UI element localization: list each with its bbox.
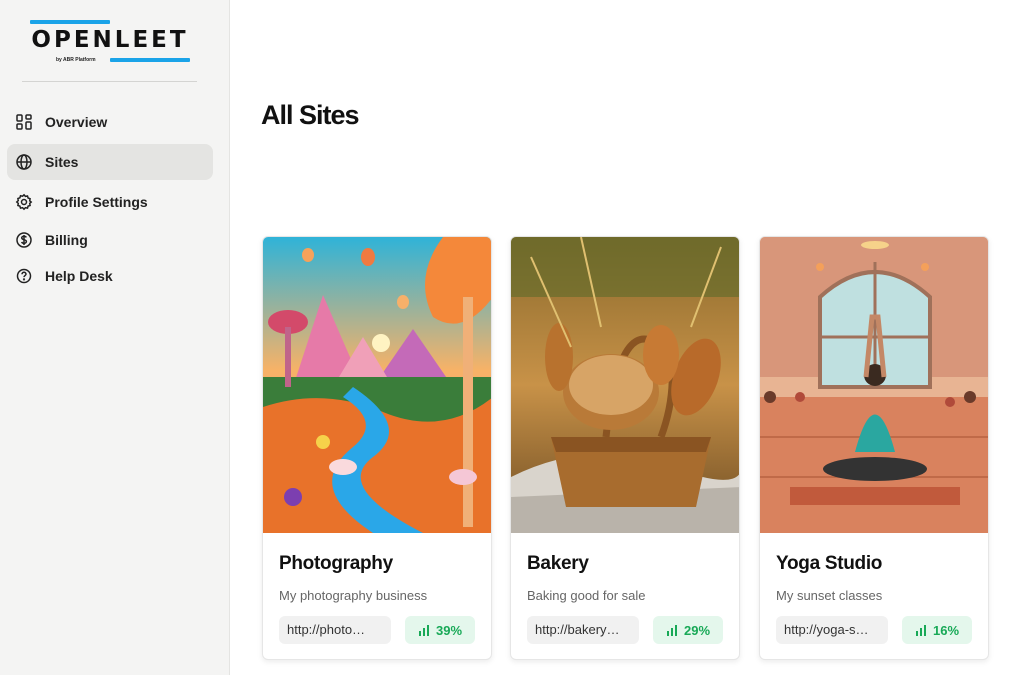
site-thumbnail bbox=[263, 237, 491, 533]
site-thumbnail bbox=[511, 237, 739, 533]
site-url-chip[interactable]: http://photo… bbox=[279, 616, 391, 644]
sidebar-item-profile-settings[interactable]: Profile Settings bbox=[7, 184, 213, 220]
grid-icon bbox=[15, 113, 33, 131]
page-title: All Sites bbox=[261, 100, 360, 130]
sidebar-item-overview[interactable]: Overview bbox=[7, 104, 213, 140]
site-thumbnail bbox=[760, 237, 988, 533]
sidebar-nav: Overview Sites Profile Settings Billing bbox=[7, 104, 213, 294]
site-stat-badge: 29% bbox=[653, 616, 723, 644]
bar-chart-icon bbox=[666, 625, 677, 636]
site-stat-badge: 39% bbox=[405, 616, 475, 644]
bar-chart-icon bbox=[915, 625, 926, 636]
brand-tagline: by ABR Platform bbox=[56, 57, 96, 63]
sidebar-item-billing[interactable]: Billing bbox=[7, 222, 213, 258]
site-stat-value: 29% bbox=[683, 622, 711, 638]
sidebar-item-label: Profile Settings bbox=[45, 194, 148, 210]
site-description: My photography business bbox=[279, 588, 428, 603]
sidebar-item-help-desk[interactable]: Help Desk bbox=[7, 258, 213, 294]
site-stat-value: 39% bbox=[435, 622, 463, 638]
site-description: Baking good for sale bbox=[527, 588, 646, 603]
sidebar-item-label: Sites bbox=[45, 154, 79, 170]
site-card-photography[interactable]: Photography My photography business http… bbox=[262, 236, 492, 660]
brand-logo[interactable]: OPENLEET by ABR Platform bbox=[28, 18, 192, 68]
sidebar-divider bbox=[22, 81, 197, 82]
sidebar: OPENLEET by ABR Platform Overview Sites bbox=[0, 0, 230, 675]
brand-name: OPENLEET bbox=[31, 27, 189, 53]
logo-accent-bar bbox=[110, 58, 190, 62]
site-name: Photography bbox=[279, 553, 393, 574]
sidebar-item-label: Billing bbox=[45, 232, 88, 248]
bar-chart-icon bbox=[418, 625, 429, 636]
site-stat-badge: 16% bbox=[902, 616, 972, 644]
dollar-circle-icon bbox=[15, 231, 33, 249]
logo-accent-bar bbox=[30, 20, 110, 24]
site-card-yoga-studio[interactable]: Yoga Studio My sunset classes http://yog… bbox=[759, 236, 989, 660]
site-stat-value: 16% bbox=[932, 622, 960, 638]
help-circle-icon bbox=[15, 267, 33, 285]
site-name: Bakery bbox=[527, 553, 589, 574]
site-url-chip[interactable]: http://yoga-s… bbox=[776, 616, 888, 644]
globe-icon bbox=[15, 153, 33, 171]
gear-icon bbox=[15, 193, 33, 211]
sidebar-item-sites[interactable]: Sites bbox=[7, 144, 213, 180]
sidebar-item-label: Help Desk bbox=[45, 268, 113, 284]
site-name: Yoga Studio bbox=[776, 553, 883, 574]
site-card-bakery[interactable]: Bakery Baking good for sale http://baker… bbox=[510, 236, 740, 660]
sidebar-item-label: Overview bbox=[45, 114, 108, 130]
site-description: My sunset classes bbox=[776, 588, 883, 603]
app-root: OPENLEET by ABR Platform Overview Sites bbox=[0, 0, 1024, 675]
site-url-chip[interactable]: http://bakery… bbox=[527, 616, 639, 644]
